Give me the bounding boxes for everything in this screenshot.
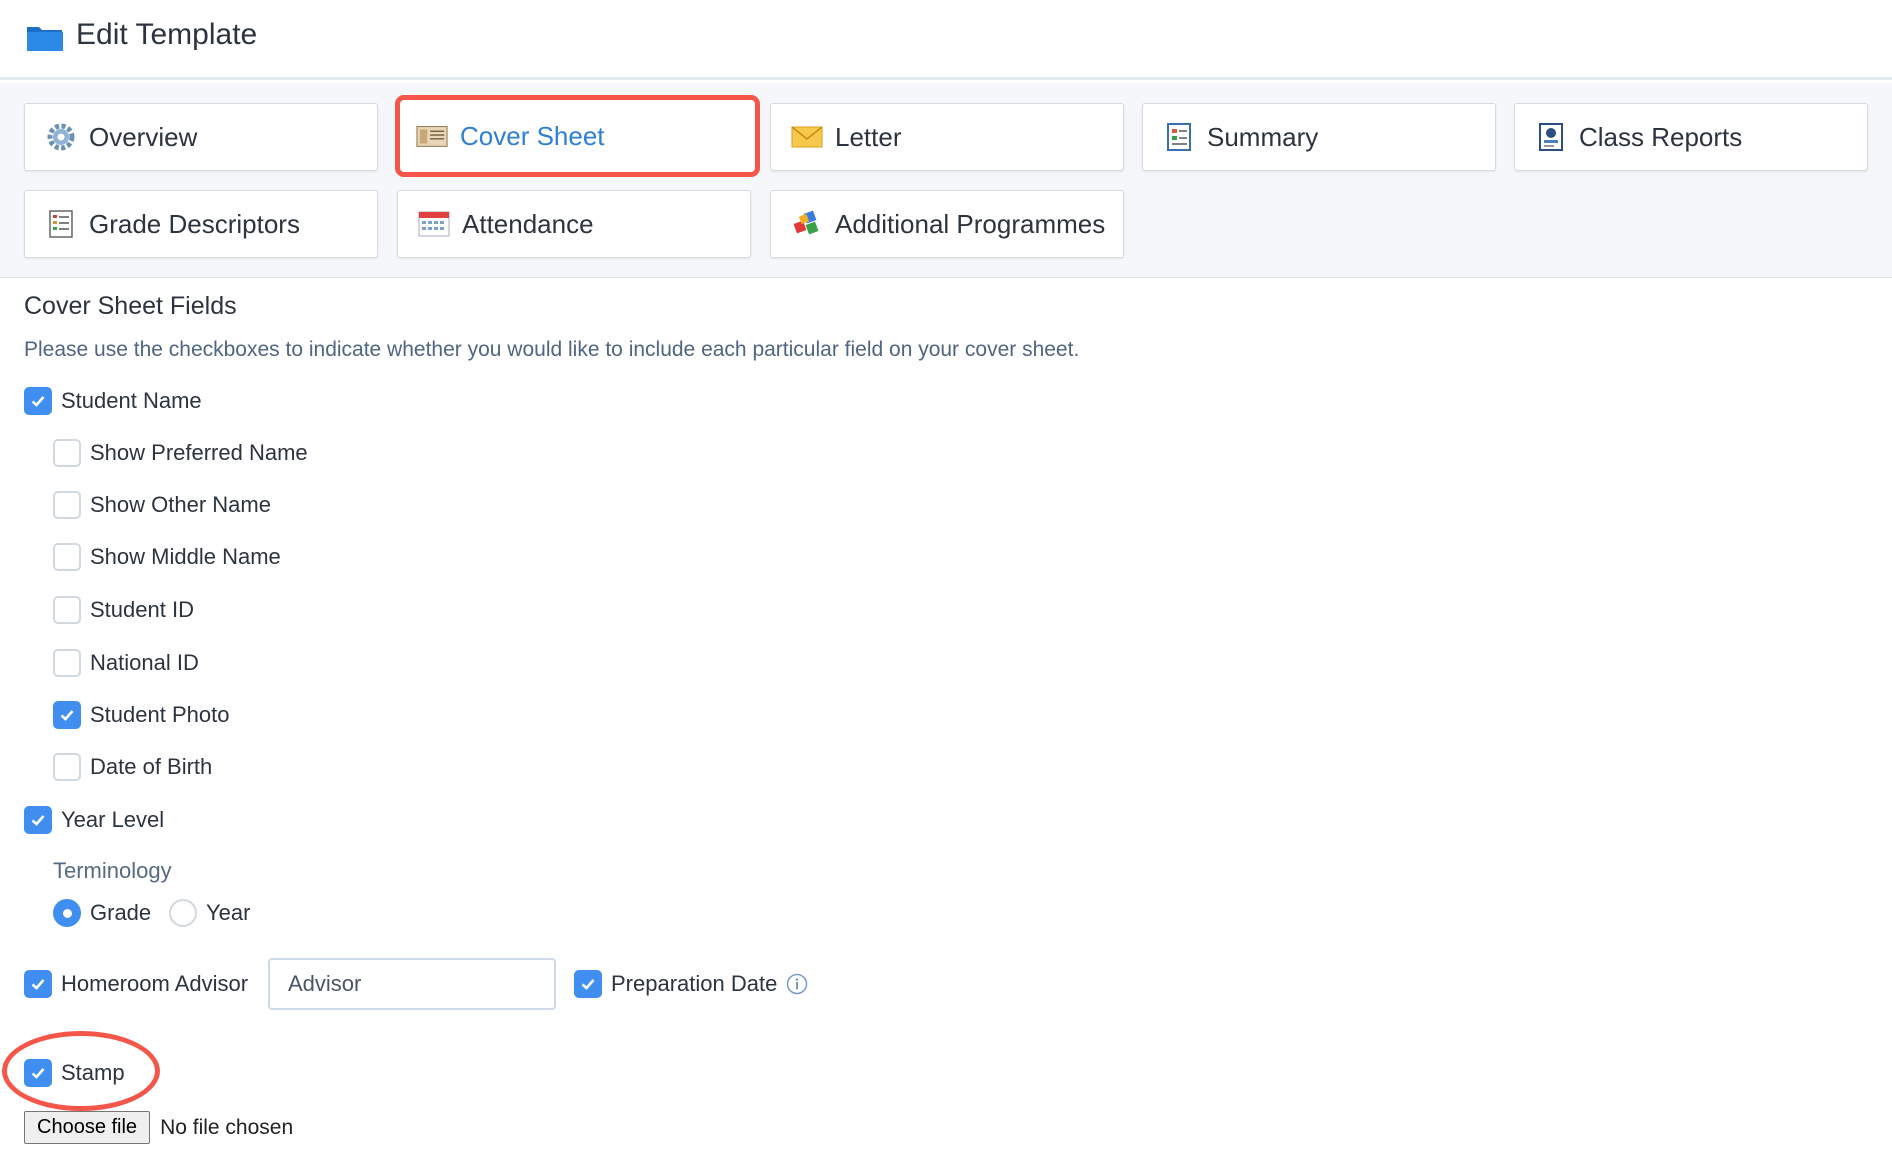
checkbox-student-id[interactable] <box>53 596 81 624</box>
checkbox-other-name[interactable] <box>53 491 81 519</box>
advisor-title-input[interactable] <box>268 958 556 1010</box>
field-preferred-name[interactable]: Show Preferred Name <box>53 438 308 468</box>
checkbox-preparation-date[interactable] <box>574 970 602 998</box>
radio-option-year[interactable]: Year <box>169 898 250 928</box>
check-icon <box>31 979 45 990</box>
tab-overview[interactable]: Overview <box>24 103 378 171</box>
calendar-icon <box>418 210 450 238</box>
field-student-name[interactable]: Student Name <box>24 386 202 416</box>
tab-cover-sheet[interactable]: Cover Sheet <box>395 95 760 177</box>
tab-additional-programmes[interactable]: Additional Programmes <box>770 190 1124 258</box>
field-homeroom-advisor[interactable]: Homeroom Advisor <box>24 969 248 999</box>
tab-grade-descriptors[interactable]: Grade Descriptors <box>24 190 378 258</box>
field-stamp[interactable]: Stamp <box>24 1058 125 1088</box>
field-national-id[interactable]: National ID <box>53 648 199 678</box>
field-label: Show Other Name <box>90 492 271 517</box>
file-status: No file chosen <box>160 1115 294 1139</box>
tab-label: Overview <box>89 121 198 152</box>
tab-letter[interactable]: Letter <box>770 103 1124 171</box>
checkbox-national-id[interactable] <box>53 649 81 677</box>
class-reports-icon <box>1535 123 1567 151</box>
tab-label: Class Reports <box>1579 121 1743 152</box>
field-label: Stamp <box>61 1060 125 1085</box>
checkbox-student-name[interactable] <box>24 387 52 415</box>
field-middle-name[interactable]: Show Middle Name <box>53 542 281 572</box>
tab-class-reports[interactable]: Class Reports <box>1514 103 1868 171</box>
info-icon[interactable] <box>786 973 808 995</box>
tab-summary[interactable]: Summary <box>1142 103 1496 171</box>
tab-label: Grade Descriptors <box>89 208 300 239</box>
choose-file-button[interactable]: Choose file <box>24 1111 151 1144</box>
tab-label: Letter <box>835 121 902 152</box>
field-label: National ID <box>90 650 199 675</box>
field-label: Student ID <box>90 597 194 622</box>
check-icon <box>31 1068 45 1079</box>
radio-grade[interactable] <box>53 899 81 927</box>
tab-label: Summary <box>1207 121 1319 152</box>
radio-dot <box>62 908 72 918</box>
puzzle-icon <box>791 210 823 238</box>
check-icon <box>60 710 74 721</box>
tab-label: Cover Sheet <box>460 120 605 151</box>
tab-attendance[interactable]: Attendance <box>397 190 751 258</box>
field-label: Preparation Date <box>611 971 778 996</box>
page-header: Edit Template <box>0 0 1892 80</box>
checkbox-date-of-birth[interactable] <box>53 753 81 781</box>
section-description: Please use the checkboxes to indicate wh… <box>24 338 1080 361</box>
grade-descriptors-icon <box>45 210 77 238</box>
page-title: Edit Template <box>76 18 258 51</box>
field-student-id[interactable]: Student ID <box>53 595 194 625</box>
envelope-icon <box>791 123 823 151</box>
field-student-photo[interactable]: Student Photo <box>53 700 229 730</box>
checkbox-year-level[interactable] <box>24 806 52 834</box>
checkbox-stamp[interactable] <box>24 1059 52 1087</box>
radio-option-grade[interactable]: Grade <box>53 898 151 928</box>
field-label: Homeroom Advisor <box>61 971 249 996</box>
gear-icon <box>45 123 77 151</box>
field-label: Date of Birth <box>90 754 213 779</box>
field-label: Year Level <box>61 807 165 832</box>
field-label: Show Preferred Name <box>90 440 308 465</box>
folder-icon <box>27 27 63 51</box>
checkbox-preferred-name[interactable] <box>53 439 81 467</box>
check-icon <box>31 396 45 407</box>
field-label: Show Middle Name <box>90 544 281 569</box>
summary-icon <box>1163 123 1195 151</box>
tab-label: Attendance <box>462 208 594 239</box>
checkbox-homeroom-advisor[interactable] <box>24 970 52 998</box>
stamp-file-upload: Choose file No file chosen <box>24 1111 293 1144</box>
field-preparation-date[interactable]: Preparation Date <box>574 969 808 999</box>
tab-label: Additional Programmes <box>835 208 1106 239</box>
check-icon <box>31 815 45 826</box>
field-date-of-birth[interactable]: Date of Birth <box>53 752 212 782</box>
check-icon <box>581 979 595 990</box>
radio-label: Year <box>206 900 251 925</box>
radio-year[interactable] <box>169 899 197 927</box>
field-label: Student Name <box>61 388 202 413</box>
tab-bar: Overview Cover Sheet Letter Summary Clas… <box>0 83 1892 278</box>
radio-label: Grade <box>90 900 152 925</box>
checkbox-middle-name[interactable] <box>53 543 81 571</box>
checkbox-student-photo[interactable] <box>53 701 81 729</box>
field-year-level[interactable]: Year Level <box>24 805 164 835</box>
terminology-label: Terminology <box>53 858 172 883</box>
cover-sheet-icon <box>416 122 448 150</box>
section-title: Cover Sheet Fields <box>24 292 237 320</box>
field-label: Student Photo <box>90 702 230 727</box>
field-other-name[interactable]: Show Other Name <box>53 490 271 520</box>
